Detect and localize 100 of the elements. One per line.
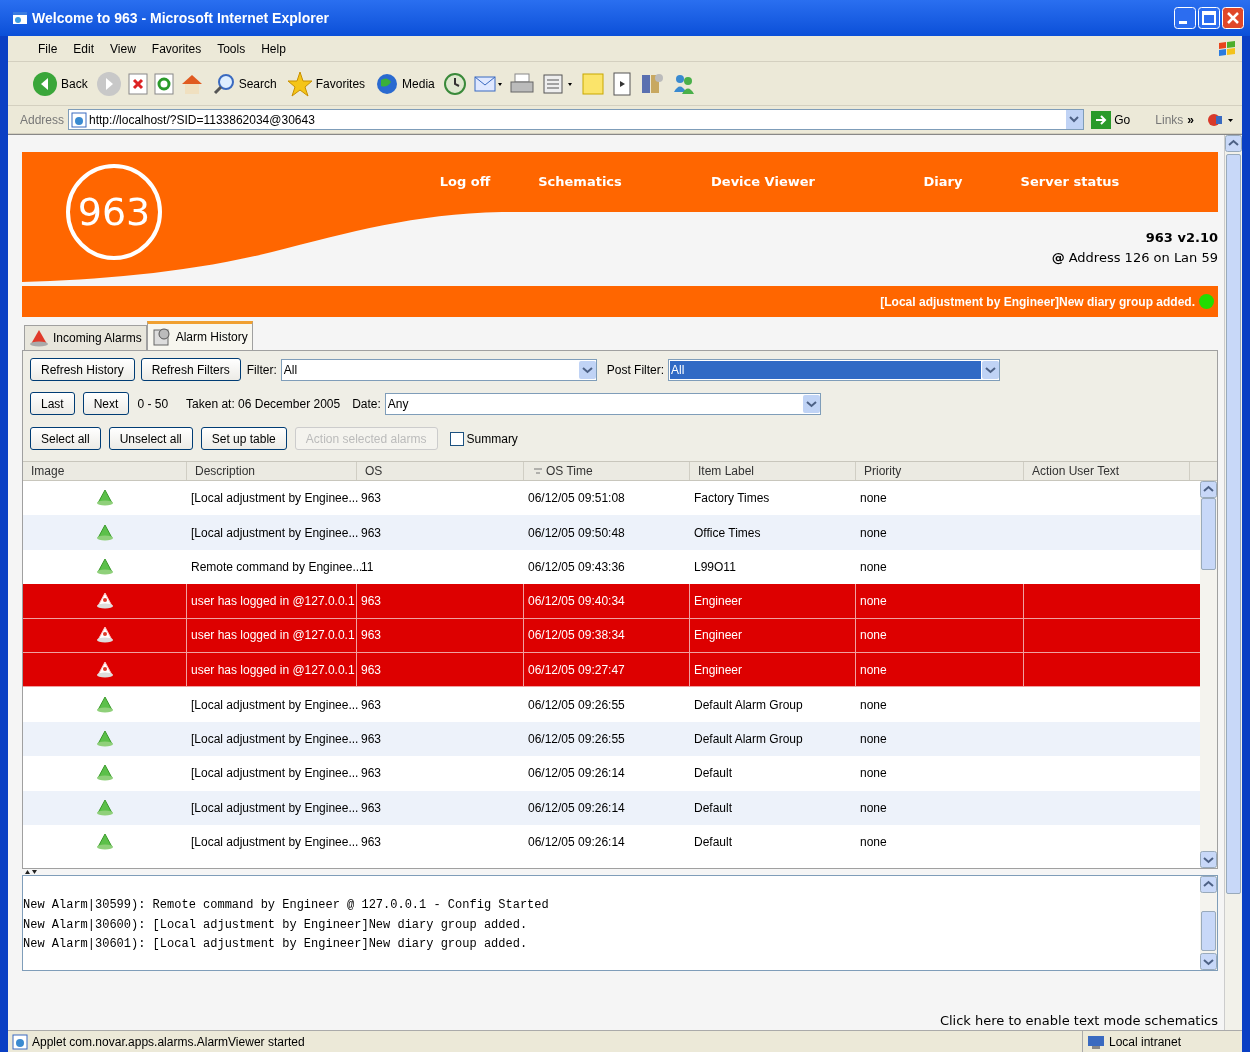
toolbar-button[interactable]: Refresh Filters: [140, 358, 241, 382]
address-field[interactable]: http://localhost/?SID=1133862034@30643: [68, 109, 1085, 130]
table-row[interactable]: user has logged in @127.0.0.1 963 06/12/05 09:38:34 Engineer none: [23, 618, 1200, 654]
summary-checkbox[interactable]: [449, 431, 464, 446]
menu-item[interactable]: Favorites: [143, 39, 210, 58]
clock-icon[interactable]: [442, 71, 467, 96]
table-row[interactable]: [Local adjustment by Enginee... 963 06/12/05 09:26:14 Default none: [23, 790, 1200, 825]
logo: 963: [66, 164, 162, 260]
dropdown-icon[interactable]: [802, 394, 820, 413]
menu-item[interactable]: Tools: [209, 39, 254, 58]
scroll-thumb[interactable]: [1201, 911, 1216, 952]
table-cell-text: [Local adjustment by Enginee...: [191, 490, 359, 508]
taken-at-text: Taken at: 06 December 2005: [186, 395, 341, 413]
scroll-thumb[interactable]: [1226, 154, 1241, 894]
table-cell-text: 963: [361, 592, 382, 610]
table-cell-text: 06/12/05 09:43:36: [528, 559, 625, 577]
links-button[interactable]: Links: [1155, 110, 1184, 129]
splitter-arrows-icon[interactable]: [24, 869, 38, 876]
table-row[interactable]: [Local adjustment by Enginee... 963 06/12/05 09:50:48 Office Times none: [23, 515, 1200, 550]
table-row[interactable]: user has logged in @127.0.0.1 963 06/12/05 09:27:47 Engineer none: [23, 653, 1200, 688]
table-cell-text: none: [860, 524, 887, 542]
table-row[interactable]: [Local adjustment by Enginee... 963 06/12/05 09:26:55 Default Alarm Group none: [23, 721, 1200, 757]
more-button[interactable]: »: [1187, 110, 1194, 129]
dropdown-icon[interactable]: [1066, 110, 1084, 129]
log-scrollbar[interactable]: [1200, 876, 1217, 970]
range-text: 0 - 50: [137, 395, 169, 413]
toolbar-button[interactable]: Last: [30, 392, 75, 416]
table-cell-text: none: [860, 731, 887, 748]
window-title: Welcome to 963 - Microsoft Internet Explorer: [32, 8, 329, 28]
message-text: [Local adjustment by Engineer]New diary group added.: [880, 293, 1195, 311]
star-icon: [286, 70, 313, 97]
event-bell-icon: [96, 798, 114, 817]
page-scrollbar[interactable]: [1224, 135, 1242, 1030]
at-icon: @: [1051, 247, 1065, 267]
table-cell-text: Default: [694, 765, 733, 783]
maximize-button[interactable]: [1198, 7, 1220, 29]
toolbar-button[interactable]: Next: [82, 392, 130, 416]
column-header[interactable]: Priority: [864, 462, 902, 481]
document-icon[interactable]: [540, 71, 575, 96]
event-bell-icon: [96, 558, 114, 577]
stop-icon[interactable]: [127, 72, 148, 95]
table-cell-text: 963: [361, 696, 382, 714]
column-header[interactable]: OS: [365, 462, 383, 481]
media-button[interactable]: Media: [373, 67, 437, 100]
close-button[interactable]: [1222, 7, 1244, 29]
table-scrollbar[interactable]: [1200, 481, 1217, 869]
scroll-up-icon[interactable]: [1225, 135, 1242, 152]
refresh-icon[interactable]: [153, 72, 174, 95]
column-header[interactable]: Image: [31, 462, 65, 481]
scroll-thumb[interactable]: [1201, 498, 1216, 571]
zone-text: Local intranet: [1109, 1033, 1182, 1051]
scroll-up-icon[interactable]: [1200, 481, 1217, 499]
column-header[interactable]: Description: [195, 462, 256, 481]
globe-icon: [375, 71, 400, 96]
table-cell-text: 06/12/05 09:26:55: [528, 696, 625, 714]
toolbar-button[interactable]: Select all: [30, 427, 101, 451]
table-cell-text: Engineer: [694, 661, 743, 679]
table-cell-text: user has logged in @127.0.0.1: [191, 627, 355, 645]
favorites-button[interactable]: Favorites: [284, 67, 368, 100]
toolbar-button[interactable]: Refresh History: [30, 358, 135, 382]
table-cell-text: Default Alarm Group: [694, 731, 803, 748]
menu-item[interactable]: File: [30, 39, 66, 58]
dropdown-field[interactable]: All: [280, 358, 597, 381]
column-header[interactable]: Action User Text: [1032, 462, 1120, 481]
dropdown-icon[interactable]: [578, 360, 596, 379]
back-button[interactable]: Back: [30, 67, 90, 100]
printer-icon[interactable]: [508, 71, 535, 96]
text-mode-link[interactable]: Click here to enable text mode schematics: [939, 1010, 1218, 1030]
table-row[interactable]: user has logged in @127.0.0.1 963 06/12/05 09:40:34 Engineer none: [23, 584, 1200, 619]
address-label: Address: [20, 111, 65, 129]
media-player-icon[interactable]: [610, 71, 633, 96]
menu-item[interactable]: View: [102, 39, 144, 58]
dropdown-icon[interactable]: [982, 360, 1000, 379]
minimize-button[interactable]: [1174, 7, 1196, 29]
table-cell-text: L99O11: [694, 559, 736, 577]
menu-item[interactable]: Edit: [65, 39, 103, 58]
tab[interactable]: Incoming Alarms: [24, 325, 147, 351]
table-cell-text: 11: [361, 559, 374, 577]
table-cell-text: 06/12/05 09:50:48: [528, 524, 625, 542]
dropdown-field[interactable]: Any: [384, 392, 821, 415]
scroll-down-icon[interactable]: [1200, 952, 1217, 970]
table-cell-text: 963: [361, 765, 382, 783]
column-header[interactable]: Item Label: [698, 462, 755, 481]
log-line: New Alarm|30601): [Local adjustment by Engineer]New diary group added.: [23, 936, 529, 954]
toolbar-button[interactable]: Unselect all: [108, 427, 193, 451]
column-header[interactable]: OS Time: [546, 462, 593, 481]
table-cell-text: 963: [361, 731, 382, 748]
tab[interactable]: Alarm History: [146, 321, 253, 351]
table-cell-text: none: [860, 661, 887, 679]
search-button[interactable]: Search: [209, 67, 279, 100]
table-cell-text: 963: [361, 834, 382, 852]
scroll-down-icon[interactable]: [1200, 851, 1217, 869]
table-cell-text: none: [860, 765, 887, 783]
go-button[interactable]: Go: [1088, 110, 1134, 129]
scroll-up-icon[interactable]: [1200, 876, 1217, 894]
toolbar-button[interactable]: Set up table: [200, 427, 287, 451]
menu-item[interactable]: Help: [253, 39, 294, 58]
computer-icon: [1087, 1033, 1105, 1050]
alarm-bell-icon: [29, 329, 49, 348]
dropdown-field[interactable]: All: [668, 358, 1001, 381]
